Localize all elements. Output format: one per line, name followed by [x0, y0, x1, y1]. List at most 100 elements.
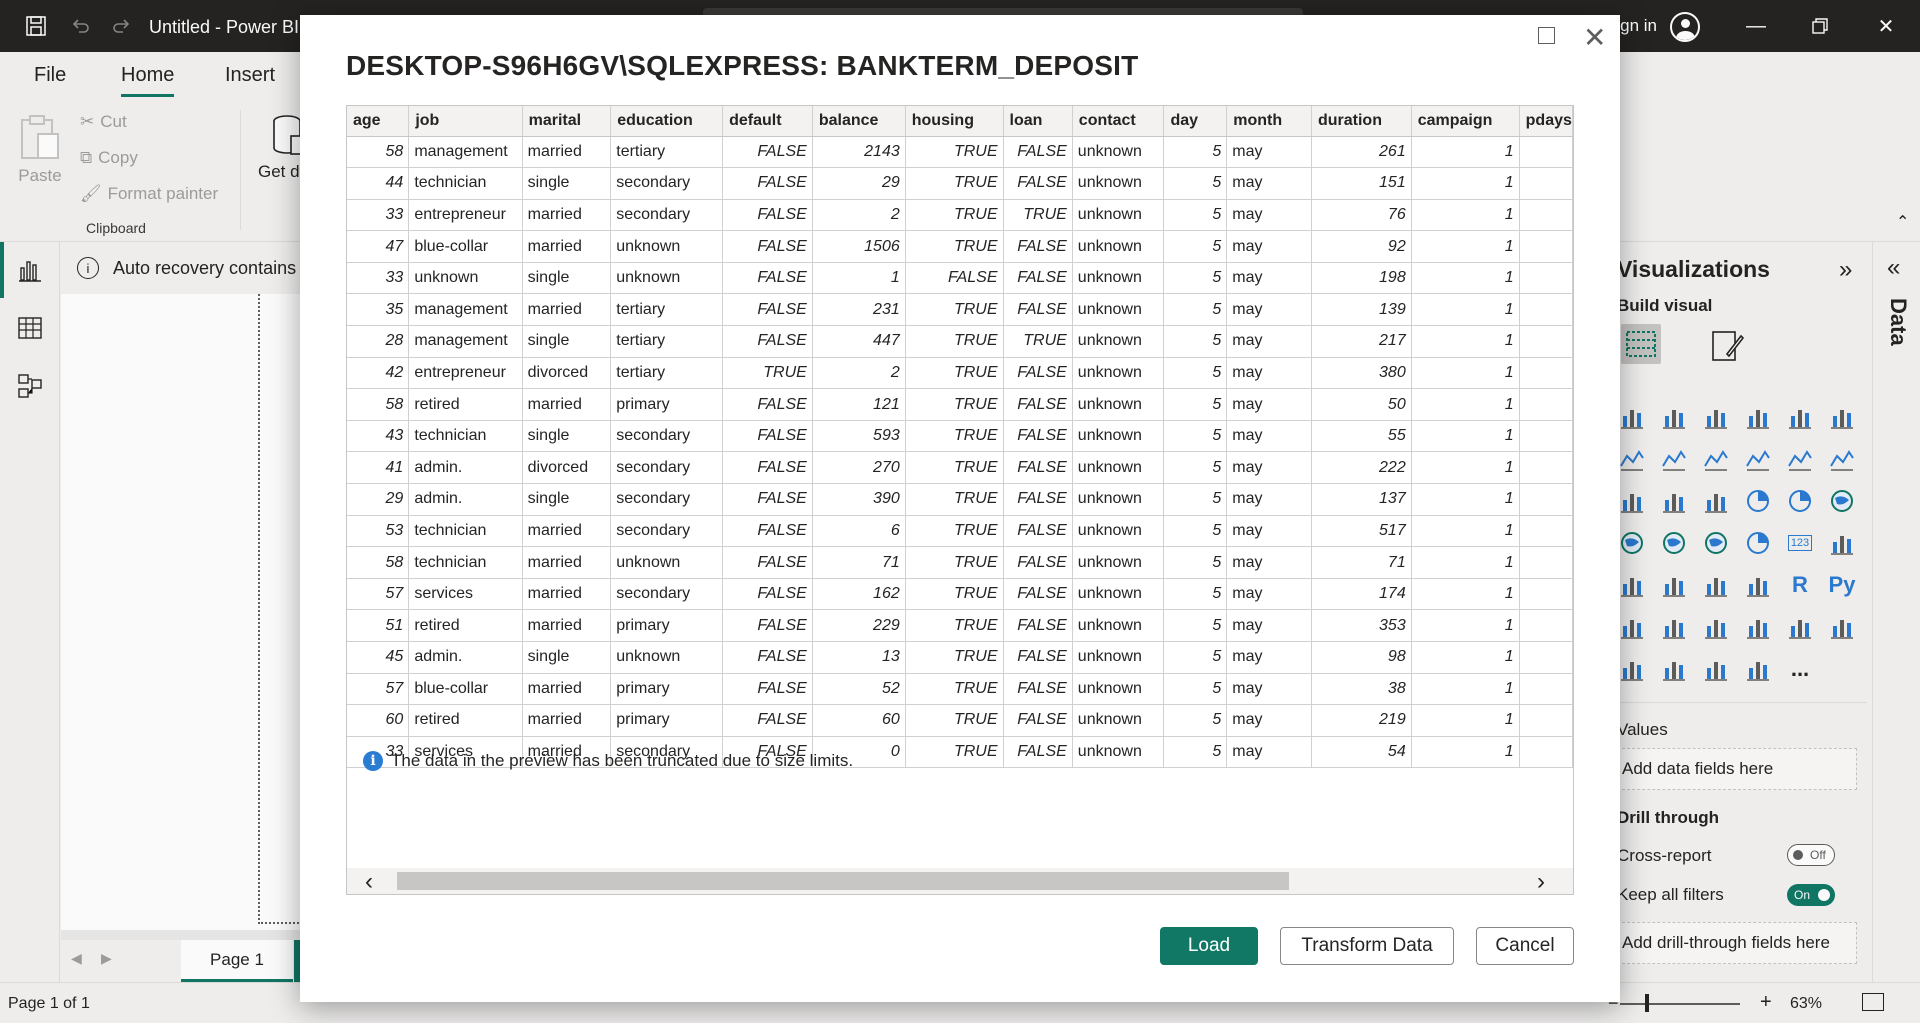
column-header[interactable]: housing [905, 106, 1004, 137]
column-header[interactable]: loan [1003, 106, 1073, 137]
table-cell: unknown [1072, 736, 1165, 769]
table-cell: 1 [1411, 483, 1520, 516]
table-cell: TRUE [905, 578, 1004, 611]
table-cell [1519, 199, 1573, 232]
table-cell: FALSE [722, 673, 813, 706]
column-header[interactable]: campaign [1411, 106, 1520, 137]
table-cell: may [1226, 136, 1312, 169]
table-cell: admin. [408, 451, 523, 485]
table-cell: unknown [1072, 515, 1165, 548]
table-cell: 162 [812, 578, 906, 611]
table-cell: primary [610, 704, 724, 737]
table-cell: FALSE [1003, 736, 1073, 769]
table-cell: 45 [347, 641, 410, 674]
table-cell: 1 [1411, 325, 1520, 358]
table-cell: TRUE [905, 230, 1004, 263]
table-cell: married [522, 704, 612, 737]
table-cell [1519, 325, 1573, 358]
table-cell: 1 [1411, 420, 1520, 453]
table-cell: FALSE [1003, 483, 1073, 516]
table-row: 29 admin. single secondary FALSE 390 TRUE FALSE… [347, 483, 1573, 516]
table-cell: 33 [347, 199, 410, 232]
table-cell: admin. [408, 641, 523, 674]
table-cell: 29 [812, 167, 906, 200]
table-cell: FALSE [722, 546, 813, 579]
table-cell: may [1226, 325, 1312, 358]
table-cell: tertiary [610, 136, 724, 169]
table-cell: 2143 [812, 136, 906, 169]
column-header[interactable]: month [1226, 106, 1312, 137]
close-dialog-icon[interactable]: ✕ [1583, 21, 1606, 54]
column-header[interactable]: balance [812, 106, 906, 137]
column-header[interactable]: age [347, 106, 410, 137]
column-header[interactable]: education [610, 106, 724, 137]
table-cell: 5 [1163, 167, 1228, 200]
table-cell: technician [408, 167, 523, 200]
table-cell: 1 [1411, 357, 1520, 390]
table-cell: may [1226, 483, 1312, 516]
table-cell: married [522, 199, 612, 232]
table-cell: 5 [1163, 483, 1228, 516]
horizontal-scrollbar[interactable]: ‹ › [347, 868, 1573, 894]
table-cell: 217 [1311, 325, 1412, 358]
table-cell: 5 [1163, 357, 1228, 390]
table-cell: married [522, 578, 612, 611]
table-cell: 219 [1311, 704, 1412, 737]
table-cell: married [522, 136, 612, 169]
table-cell: may [1226, 167, 1312, 200]
table-cell: FALSE [722, 199, 813, 232]
table-cell: primary [610, 673, 724, 706]
table-cell: secondary [610, 578, 724, 611]
table-cell: TRUE [905, 546, 1004, 579]
table-cell: TRUE [905, 736, 1004, 769]
table-cell: unknown [1072, 578, 1165, 611]
table-cell: entrepreneur [408, 357, 523, 390]
table-cell: FALSE [1003, 641, 1073, 674]
cancel-button[interactable]: Cancel [1476, 927, 1574, 965]
table-cell: tertiary [610, 293, 724, 327]
column-header[interactable]: default [722, 106, 813, 137]
table-cell: 76 [1311, 199, 1412, 232]
column-header[interactable]: pdays [1519, 106, 1573, 137]
table-row: 53 technician married secondary FALSE 6 TRUE FA… [347, 515, 1573, 548]
load-button[interactable]: Load [1160, 927, 1258, 965]
column-header[interactable]: day [1163, 106, 1228, 137]
table-cell: unknown [1072, 199, 1165, 232]
table-cell: unknown [1072, 167, 1165, 200]
scrollbar-thumb[interactable] [397, 872, 1289, 890]
scroll-right-icon[interactable]: › [1537, 868, 1545, 894]
maximize-dialog-icon[interactable] [1538, 27, 1555, 44]
table-row: 28 management single tertiary FALSE 447 TRUE TR… [347, 325, 1573, 358]
table-cell: FALSE [722, 515, 813, 548]
table-cell: secondary [610, 515, 724, 548]
table-cell: 1 [1411, 641, 1520, 674]
column-header[interactable]: contact [1072, 106, 1165, 137]
column-header[interactable]: duration [1311, 106, 1412, 137]
table-cell: FALSE [1003, 609, 1073, 642]
table-cell: FALSE [1003, 515, 1073, 548]
table-cell: secondary [610, 483, 724, 516]
scroll-left-icon[interactable]: ‹ [365, 868, 373, 894]
table-cell: 447 [812, 325, 906, 358]
table-cell: FALSE [722, 262, 813, 295]
table-cell: technician [408, 515, 523, 548]
transform-data-button[interactable]: Transform Data [1280, 927, 1454, 965]
table-cell: FALSE [1003, 167, 1073, 200]
table-cell: 1 [1411, 673, 1520, 706]
table-cell: retired [408, 609, 523, 642]
table-cell: married [522, 230, 612, 263]
table-cell: 5 [1163, 673, 1228, 706]
table-cell: 1 [1411, 609, 1520, 642]
table-cell: 58 [347, 136, 410, 169]
table-cell: 5 [1163, 515, 1228, 548]
table-row: 44 technician single secondary FALSE 29 TRUE FA… [347, 167, 1573, 200]
table-cell: 5 [1163, 420, 1228, 453]
table-cell: admin. [408, 483, 523, 516]
table-cell: married [522, 673, 612, 706]
table-cell: divorced [522, 451, 612, 485]
column-header[interactable]: marital [522, 106, 612, 137]
table-cell: divorced [522, 357, 612, 390]
table-cell: 222 [1311, 451, 1412, 485]
table-cell [1519, 136, 1573, 169]
column-header[interactable]: job [408, 106, 523, 137]
